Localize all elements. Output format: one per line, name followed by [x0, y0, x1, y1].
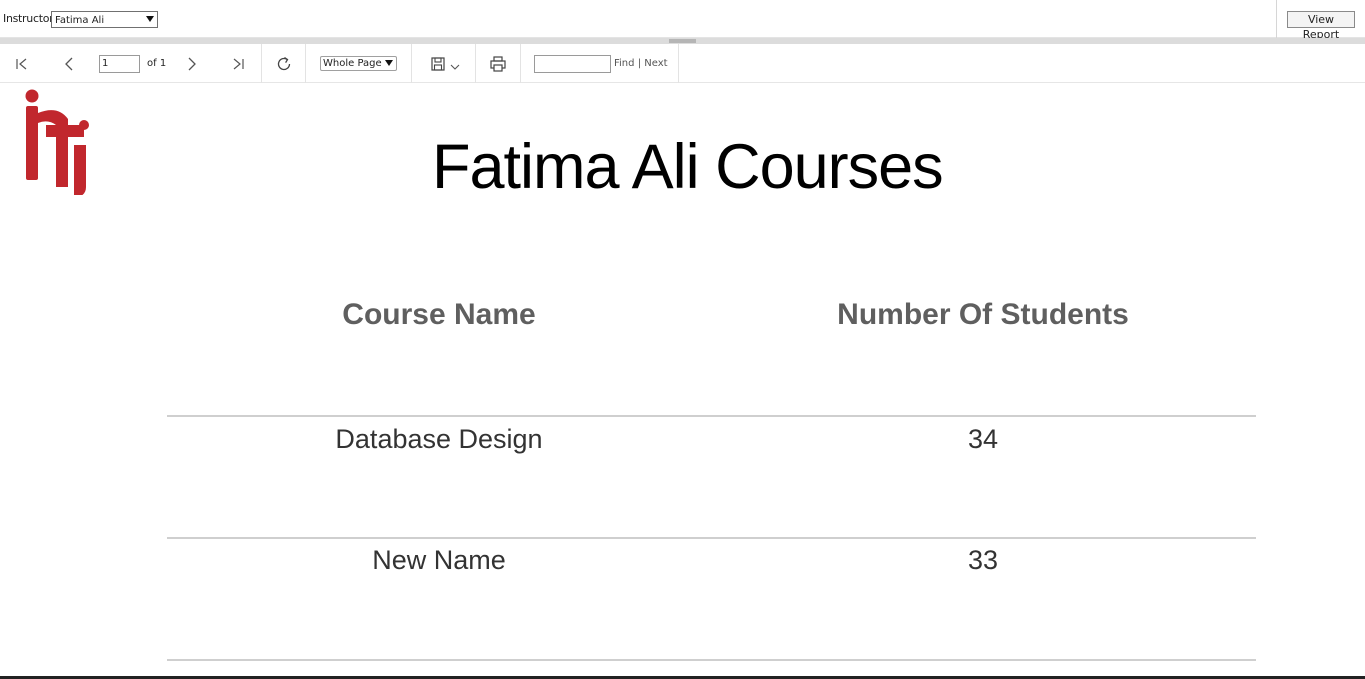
toolbar-separator — [411, 44, 412, 83]
page-number-input[interactable]: 1 — [99, 55, 140, 73]
toolbar-separator — [678, 44, 679, 83]
first-page-icon — [16, 58, 27, 69]
toolbar-separator — [520, 44, 521, 83]
find-links: Find | Next — [614, 58, 668, 69]
next-link[interactable]: Next — [644, 58, 667, 69]
column-header-number-of-students: Number Of Students — [837, 298, 1129, 331]
table-cell-student-count: 34 — [967, 424, 999, 454]
parameter-bar: Instructor Fatima Ali View Report — [0, 0, 1365, 41]
row-divider — [167, 659, 1256, 661]
zoom-select-value: Whole Page — [323, 58, 382, 69]
view-report-button[interactable]: View Report — [1287, 11, 1355, 41]
find-link[interactable]: Find — [614, 58, 635, 69]
instructor-label: Instructor — [3, 12, 54, 25]
print-button[interactable] — [486, 44, 510, 83]
find-separator: | — [637, 58, 642, 69]
zoom-select[interactable]: Whole Page — [320, 56, 397, 71]
chevron-down-icon — [146, 16, 154, 22]
chevron-left-icon — [65, 57, 73, 70]
refresh-icon — [277, 56, 291, 70]
row-divider — [167, 415, 1256, 417]
report-page: Fatima Ali Courses Course Name Number Of… — [0, 83, 1365, 679]
refresh-button[interactable] — [272, 44, 296, 83]
table-cell-course-name: New Name — [372, 545, 506, 575]
table-cell-student-count: 33 — [967, 545, 999, 575]
instructor-select-value: Fatima Ali — [55, 15, 105, 26]
find-input[interactable] — [534, 55, 611, 73]
toolbar-separator — [305, 44, 306, 83]
chevron-right-icon — [188, 57, 196, 70]
param-divider — [1276, 0, 1277, 38]
save-icon — [431, 56, 445, 71]
chevron-down-icon — [385, 60, 393, 66]
toolbar-separator — [261, 44, 262, 83]
toolbar-separator — [475, 44, 476, 83]
instructor-select[interactable]: Fatima Ali — [51, 11, 158, 28]
table-cell-course-name: Database Design — [335, 424, 543, 454]
print-icon — [490, 55, 506, 72]
splitter-handle[interactable] — [669, 39, 696, 43]
report-title: Fatima Ali Courses — [432, 132, 944, 202]
previous-page-button[interactable] — [58, 44, 82, 83]
first-page-button[interactable] — [10, 44, 34, 83]
column-header-course-name: Course Name — [342, 298, 536, 331]
export-button[interactable] — [425, 44, 465, 83]
chevron-down-icon — [450, 64, 460, 70]
page-count: of 1 — [147, 58, 167, 69]
iti-logo-icon — [25, 89, 89, 195]
next-page-button[interactable] — [179, 44, 203, 83]
last-page-button[interactable] — [226, 44, 250, 83]
last-page-icon — [233, 58, 244, 69]
report-toolbar: 1 of 1 Whole Page Find | Next — [0, 44, 1365, 83]
row-divider — [167, 537, 1256, 539]
